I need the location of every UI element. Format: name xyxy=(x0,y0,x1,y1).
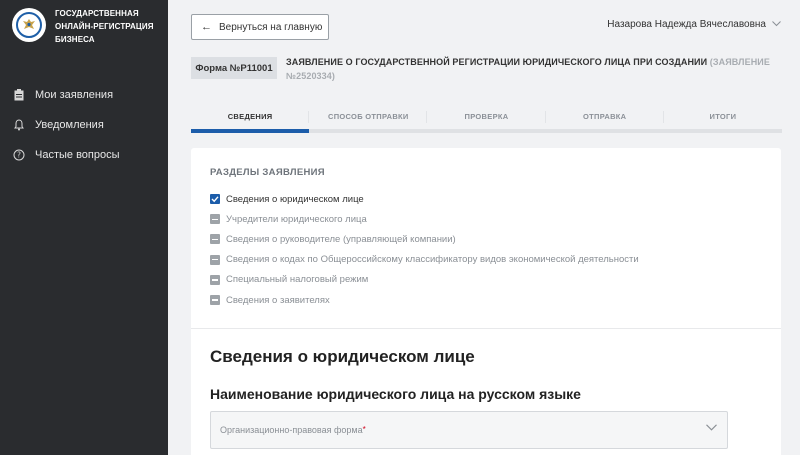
user-name-label: Назарова Надежда Вячеславовна xyxy=(607,19,766,30)
checkbox-indeterminate-icon xyxy=(210,234,220,245)
wizard-tabs: СВЕДЕНИЯ СПОСОБ ОТПРАВКИ ПРОВЕРКА ОТПРАВ… xyxy=(191,109,783,133)
sidebar-item-faq[interactable]: ? Частые вопросы xyxy=(0,140,168,170)
tab-details[interactable]: СВЕДЕНИЯ xyxy=(191,109,310,133)
checkbox-indeterminate-icon xyxy=(210,295,220,306)
section-label: Сведения о юридическом лице xyxy=(226,193,364,205)
select-placeholder: Организационно-правовая форма xyxy=(220,425,363,435)
section-label: Сведения о кодах по Общероссийскому клас… xyxy=(226,254,639,266)
sidebar-item-label: Мои заявления xyxy=(35,89,114,101)
checkbox-checked-icon xyxy=(210,194,220,205)
tab-label: СПОСОБ ОТПРАВКИ xyxy=(327,112,409,121)
checkbox-indeterminate-icon xyxy=(210,254,220,265)
tab-results[interactable]: ИТОГИ xyxy=(663,109,783,133)
tab-label: ПРОВЕРКА xyxy=(464,112,509,121)
chevron-down-icon xyxy=(706,423,717,433)
checkbox-indeterminate-icon xyxy=(210,214,220,225)
back-button-label: Вернуться на главную xyxy=(219,21,323,33)
legal-form-select[interactable]: Организационно-правовая форма* xyxy=(210,411,728,449)
sections-heading: РАЗДЕЛЫ ЗАЯВЛЕНИЯ xyxy=(210,167,325,178)
tab-label: ОТПРАВКА xyxy=(583,112,627,121)
svg-text:?: ? xyxy=(17,151,21,160)
subsection-title: Наименование юридического лица на русско… xyxy=(210,386,581,402)
eagle-emblem-icon xyxy=(16,12,42,38)
bell-icon xyxy=(13,119,25,131)
sections-list: Сведения о юридическом лице Учредители ю… xyxy=(210,189,639,310)
section-item-founders[interactable]: Учредители юридического лица xyxy=(210,209,639,229)
fns-emblem-logo[interactable] xyxy=(12,8,46,42)
sidebar: ГОСУДАРСТВЕННАЯ ОНЛАЙН-РЕГИСТРАЦИЯ БИЗНЕ… xyxy=(0,0,168,455)
section-item-tax-regime[interactable]: Специальный налоговый режим xyxy=(210,270,639,290)
sidebar-item-notifications[interactable]: Уведомления xyxy=(0,110,168,140)
sidebar-nav: Мои заявления Уведомления ? Частые вопро… xyxy=(0,80,168,170)
sidebar-item-applications[interactable]: Мои заявления xyxy=(0,80,168,110)
section-label: Специальный налоговый режим xyxy=(226,274,369,286)
section-label: Учредители юридического лица xyxy=(226,213,367,225)
arrow-left-icon: ← xyxy=(201,21,212,33)
user-menu[interactable]: Назарова Надежда Вячеславовна xyxy=(607,19,781,30)
checkbox-indeterminate-icon xyxy=(210,274,220,285)
section-item-legal-entity[interactable]: Сведения о юридическом лице xyxy=(210,189,639,209)
form-number-badge: Форма №Р11001 xyxy=(191,57,277,79)
question-circle-icon: ? xyxy=(13,149,25,161)
section-item-okved-codes[interactable]: Сведения о кодах по Общероссийскому клас… xyxy=(210,250,639,270)
chevron-down-icon xyxy=(772,20,781,29)
back-to-home-button[interactable]: ← Вернуться на главную xyxy=(191,14,329,40)
brand-line: ОНЛАЙН-РЕГИСТРАЦИЯ xyxy=(55,22,154,31)
section-item-applicants[interactable]: Сведения о заявителях xyxy=(210,290,639,310)
form-card: РАЗДЕЛЫ ЗАЯВЛЕНИЯ Сведения о юридическом… xyxy=(191,148,781,455)
tab-check[interactable]: ПРОВЕРКА xyxy=(427,109,546,133)
form-title-text: ЗАЯВЛЕНИЕ О ГОСУДАРСТВЕННОЙ РЕГИСТРАЦИИ … xyxy=(286,57,708,67)
tab-label: СВЕДЕНИЯ xyxy=(227,112,273,121)
brand-line: ГОСУДАРСТВЕННАЯ xyxy=(55,9,139,18)
required-mark: * xyxy=(362,425,366,434)
page-title: ЗАЯВЛЕНИЕ О ГОСУДАРСТВЕННОЙ РЕГИСТРАЦИИ … xyxy=(286,55,786,83)
brand-title: ГОСУДАРСТВЕННАЯ ОНЛАЙН-РЕГИСТРАЦИЯ БИЗНЕ… xyxy=(55,7,163,46)
clipboard-icon xyxy=(13,89,25,101)
sidebar-item-label: Уведомления xyxy=(35,119,104,131)
tab-label: ИТОГИ xyxy=(709,112,737,121)
brand-line: БИЗНЕСА xyxy=(55,35,95,44)
section-item-director[interactable]: Сведения о руководителе (управляющей ком… xyxy=(210,229,639,249)
tab-delivery-method[interactable]: СПОСОБ ОТПРАВКИ xyxy=(309,109,428,133)
section-title: Сведения о юридическом лице xyxy=(210,347,475,366)
section-label: Сведения о заявителях xyxy=(226,294,330,306)
sidebar-item-label: Частые вопросы xyxy=(35,149,120,161)
section-divider xyxy=(191,328,781,329)
tab-sending[interactable]: ОТПРАВКА xyxy=(545,109,664,133)
section-label: Сведения о руководителе (управляющей ком… xyxy=(226,233,456,245)
